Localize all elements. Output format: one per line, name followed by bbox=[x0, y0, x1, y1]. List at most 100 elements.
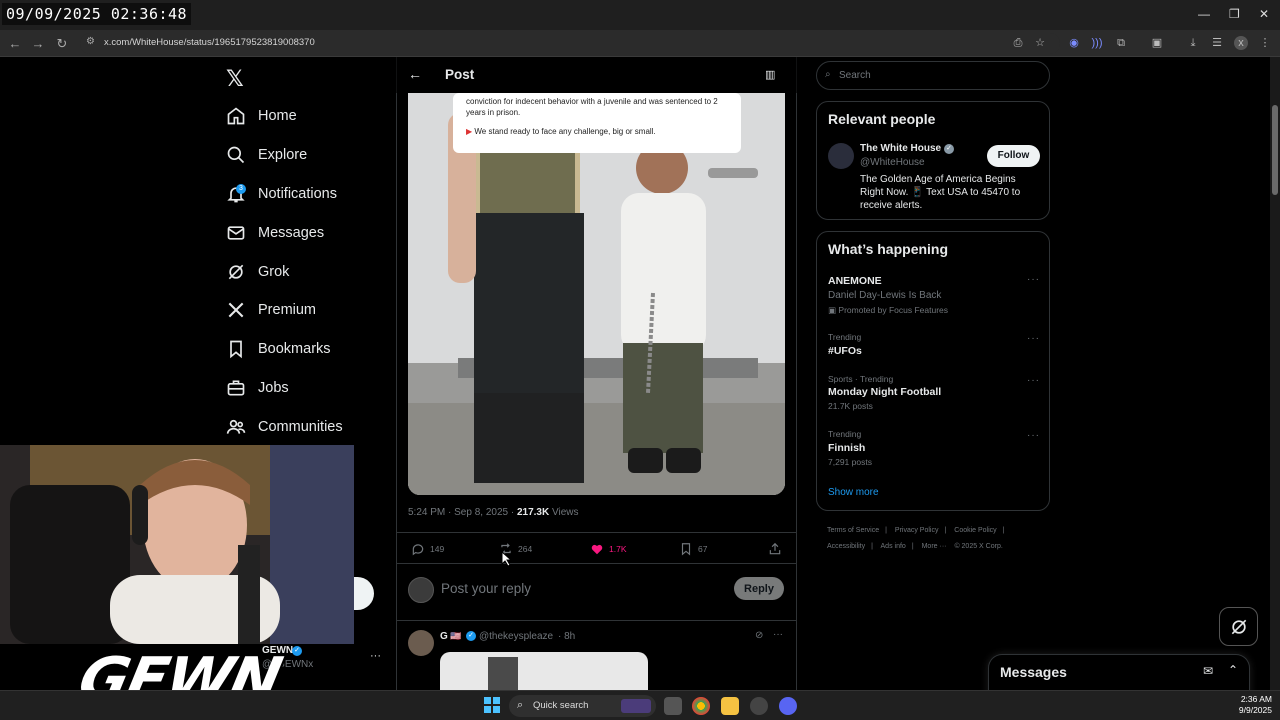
account-more-icon[interactable]: ··· bbox=[370, 650, 381, 662]
bookmark-action[interactable]: 67 bbox=[679, 542, 707, 556]
notification-badge: 3 bbox=[236, 184, 246, 194]
relevant-people-title: Relevant people bbox=[828, 111, 936, 127]
megaphone-icon: ▶ bbox=[466, 127, 473, 136]
footer-link[interactable]: Cookie Policy bbox=[954, 527, 996, 534]
relevant-people-card: Relevant people The White House ✓ @White… bbox=[816, 101, 1050, 220]
nav-communities[interactable]: Communities bbox=[226, 413, 343, 441]
white-house-avatar[interactable] bbox=[828, 143, 854, 169]
bookmark-icon bbox=[230, 340, 242, 359]
trend-more-icon[interactable]: ··· bbox=[1027, 375, 1040, 386]
reply-button[interactable]: Reply bbox=[734, 577, 784, 600]
reload-icon[interactable]: ↻ bbox=[53, 35, 71, 53]
reading-list-icon[interactable]: ☰ bbox=[1210, 36, 1224, 50]
search-icon: ⌕ bbox=[517, 699, 524, 711]
extensions-puzzle-icon[interactable]: ⧉ bbox=[1114, 36, 1128, 50]
trend-item[interactable]: Sports · Trending Monday Night Football … bbox=[817, 372, 1049, 416]
downloads-icon[interactable]: ⤓ bbox=[1186, 36, 1200, 50]
nav-messages[interactable]: Messages bbox=[226, 219, 324, 247]
grok-explain-icon[interactable]: ⊘ bbox=[755, 630, 763, 641]
post-image[interactable]: conviction for indecent behavior with a … bbox=[408, 93, 785, 495]
nav-notifications[interactable]: 3 Notifications bbox=[226, 180, 337, 208]
nav-bookmarks[interactable]: Bookmarks bbox=[226, 335, 331, 363]
x-icon bbox=[228, 302, 244, 318]
reply-action[interactable]: 149 bbox=[411, 542, 444, 556]
extension-icon[interactable]: ◉ bbox=[1067, 36, 1081, 50]
nav-jobs[interactable]: Jobs bbox=[226, 374, 289, 402]
discord-icon[interactable] bbox=[779, 697, 797, 715]
trend-title: Finnish bbox=[828, 442, 866, 454]
webcam-overlay bbox=[0, 445, 354, 644]
minimize-icon[interactable]: — bbox=[1198, 7, 1210, 21]
back-icon[interactable]: ← bbox=[6, 35, 24, 53]
close-icon[interactable]: ✕ bbox=[1259, 7, 1269, 21]
reply-icon bbox=[412, 544, 424, 556]
footer-link[interactable]: Privacy Policy bbox=[895, 527, 939, 534]
whats-happening-title: What’s happening bbox=[828, 241, 949, 257]
reply-input[interactable]: Post your reply bbox=[441, 581, 531, 596]
nav-home[interactable]: Home bbox=[226, 102, 297, 130]
comment-author-name[interactable]: G bbox=[440, 631, 448, 642]
grok-button[interactable] bbox=[1219, 607, 1258, 646]
site-info-icon[interactable]: ⚙ bbox=[86, 36, 95, 47]
trend-more-icon[interactable]: ··· bbox=[1027, 333, 1040, 344]
start-icon[interactable] bbox=[484, 697, 500, 713]
nav-grok[interactable]: Grok bbox=[226, 258, 289, 286]
search-highlight-icon bbox=[621, 699, 651, 713]
trend-more-icon[interactable]: ··· bbox=[1027, 430, 1040, 441]
task-view-icon[interactable] bbox=[664, 697, 682, 715]
caption-line-3: ▶ We stand ready to face any challenge, … bbox=[466, 126, 736, 137]
trend-item[interactable]: ANEMONE Daniel Day-Lewis Is Back ▣ Promo… bbox=[817, 270, 1049, 320]
split-view-icon[interactable]: ▣ bbox=[1150, 36, 1164, 50]
forward-icon[interactable]: → bbox=[29, 35, 47, 53]
scrollbar-thumb[interactable] bbox=[1272, 105, 1278, 195]
comment-item[interactable]: G 🇺🇸 ✓ @thekeyspleaze · 8h ⊘ ··· bbox=[396, 622, 797, 697]
reader-view-icon[interactable]: ▥ bbox=[765, 68, 775, 81]
footer-link[interactable]: Ads info bbox=[881, 543, 906, 550]
search-input[interactable]: ⌕ Search bbox=[816, 61, 1050, 90]
relevant-handle[interactable]: @WhiteHouse bbox=[860, 157, 925, 168]
trend-more-icon[interactable]: ··· bbox=[1027, 274, 1040, 285]
webcam-feed bbox=[0, 445, 354, 644]
file-explorer-icon[interactable] bbox=[721, 697, 739, 715]
expand-drawer-icon[interactable]: ⌃ bbox=[1228, 663, 1238, 677]
show-more-link[interactable]: Show more bbox=[828, 487, 879, 498]
new-message-icon[interactable]: ✉ bbox=[1203, 664, 1213, 678]
footer-link[interactable]: Terms of Service bbox=[827, 527, 879, 534]
chrome-icon[interactable] bbox=[692, 697, 710, 715]
back-arrow-icon[interactable]: ← bbox=[408, 66, 422, 82]
post-time[interactable]: 5:24 PM · Sep 8, 2025 · bbox=[408, 507, 517, 518]
home-icon bbox=[227, 107, 245, 125]
footer-link[interactable]: Accessibility bbox=[827, 543, 865, 550]
footer-more-link[interactable]: More ··· bbox=[922, 543, 947, 550]
taskbar-clock[interactable]: 2:36 AM 9/9/2025 bbox=[1222, 694, 1272, 716]
follow-button[interactable]: Follow bbox=[987, 145, 1040, 167]
reply-count: 149 bbox=[430, 544, 445, 554]
nav-premium-label: Premium bbox=[258, 302, 317, 318]
bookmark-star-icon[interactable]: ☆ bbox=[1033, 36, 1047, 50]
url-field[interactable]: ⚙ x.com/WhiteHouse/status/19651795238190… bbox=[80, 33, 1060, 54]
repost-count: 264 bbox=[518, 544, 533, 554]
comment-more-icon[interactable]: ··· bbox=[773, 629, 783, 640]
browser-menu-icon[interactable]: ⋮ bbox=[1258, 36, 1272, 50]
comment-avatar[interactable] bbox=[408, 630, 434, 656]
taskbar-search[interactable]: ⌕ Quick search bbox=[509, 695, 656, 717]
like-action[interactable]: 1.7K bbox=[590, 542, 627, 556]
nav-explore[interactable]: Explore bbox=[226, 141, 307, 169]
search-icon: ⌕ bbox=[825, 69, 831, 80]
relevant-name[interactable]: The White House bbox=[860, 143, 941, 154]
nav-premium[interactable]: Premium bbox=[226, 296, 316, 324]
post-header: ← Post ▥ bbox=[396, 57, 797, 93]
share-action[interactable] bbox=[768, 542, 787, 556]
comment-handle[interactable]: @thekeyspleaze bbox=[479, 631, 553, 642]
comment-time[interactable]: · 8h bbox=[558, 631, 575, 642]
x-logo[interactable]: 𝕏 bbox=[226, 66, 244, 92]
profile-avatar-icon[interactable]: x bbox=[1234, 36, 1248, 50]
trend-item[interactable]: Trending Finnish 7,291 posts ··· bbox=[817, 427, 1049, 471]
url-text[interactable]: x.com/WhiteHouse/status/1965179523819008… bbox=[104, 37, 315, 48]
trend-item[interactable]: Trending #UFOs ··· bbox=[817, 330, 1049, 364]
restore-icon[interactable]: ❐ bbox=[1229, 7, 1240, 21]
install-app-icon[interactable]: ⎙ bbox=[1011, 36, 1025, 50]
page-scrollbar[interactable] bbox=[1270, 57, 1280, 690]
audio-icon[interactable]: ))) bbox=[1090, 36, 1104, 50]
obs-icon[interactable] bbox=[750, 697, 768, 715]
